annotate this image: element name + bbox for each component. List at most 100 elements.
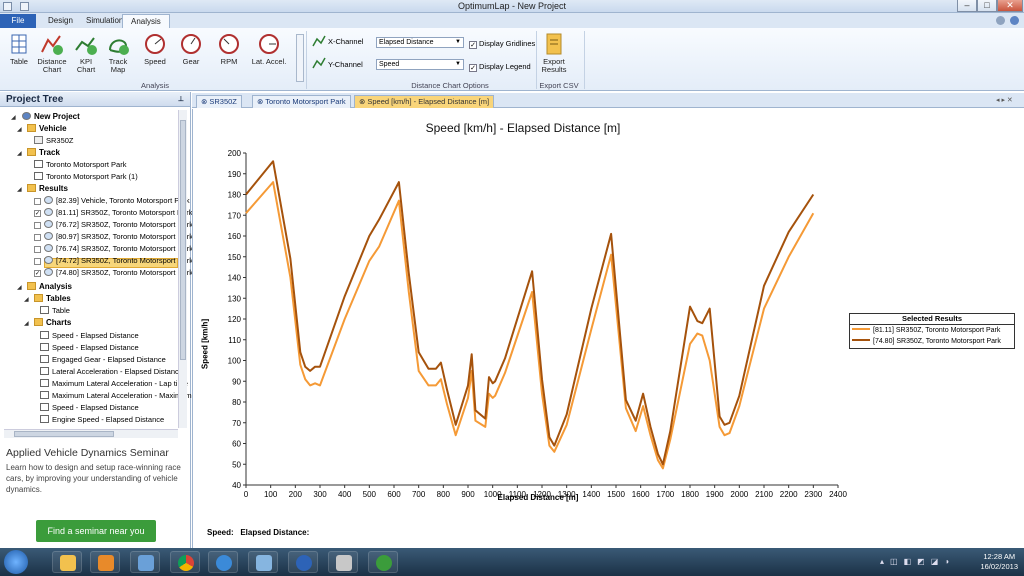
- gear-chart-button[interactable]: Gear: [176, 32, 206, 66]
- tree-root[interactable]: New Project: [22, 112, 80, 122]
- lat-accel-label: Lat. Accel.: [251, 57, 287, 66]
- start-button[interactable]: [4, 550, 28, 574]
- tree-results-folder[interactable]: Results: [27, 184, 68, 194]
- tree-charts-folder[interactable]: Charts: [34, 318, 71, 328]
- tree-result-item-selected[interactable]: [74.72] SR350Z, Toronto Motorsport Park: [44, 256, 193, 266]
- window-title: OptimumLap - New Project: [457, 1, 567, 11]
- speed-chart-button[interactable]: Speed: [140, 32, 170, 66]
- x-channel-select[interactable]: Elapsed Distance ▼: [376, 37, 464, 48]
- scrollbar-thumb[interactable]: [14, 431, 114, 437]
- clock[interactable]: 12:28 AM 16/02/2013: [980, 552, 1018, 572]
- globe-taskbar-icon[interactable]: [368, 551, 398, 573]
- app-taskbar-icon[interactable]: [130, 551, 160, 573]
- rpm-gauge-icon: [217, 32, 241, 56]
- tree-chart-item[interactable]: Lateral Acceleration - Elapsed Distance: [40, 367, 183, 377]
- tree-chart-item[interactable]: Maximum Lateral Acceleration - Lap time: [40, 379, 188, 389]
- tree-chart-item[interactable]: Engaged Gear - Elapsed Distance: [40, 355, 166, 365]
- scrollbar-thumb[interactable]: [180, 120, 186, 360]
- optimumlap-taskbar-icon[interactable]: [288, 551, 318, 573]
- tree-analysis-folder[interactable]: Analysis: [27, 282, 72, 292]
- y-channel-select[interactable]: Speed ▼: [376, 59, 464, 70]
- distance-chart-button[interactable]: Distance Chart: [36, 32, 68, 74]
- speed-distance-plot[interactable]: 0 100 200 300 400 500 600 700 800 900 1000 1100 1200…: [193, 109, 1024, 509]
- tree-chart-label: Engaged Gear - Elapsed Distance: [52, 355, 166, 364]
- tree-track-item[interactable]: Toronto Motorsport Park (1): [34, 172, 138, 182]
- result-checkbox[interactable]: [34, 258, 41, 265]
- app-taskbar-icon[interactable]: [328, 551, 358, 573]
- result-checkbox[interactable]: [34, 246, 41, 253]
- vertical-scrollbar[interactable]: [178, 110, 187, 428]
- tree-chart-item[interactable]: Maximum Lateral Acceleration - Maximum: [40, 391, 192, 401]
- taskbar: ▴◫◧◩◪◑ 12:28 AM 16/02/2013: [0, 548, 1024, 576]
- tree-chart-item[interactable]: Engine Speed - Elapsed Distance: [40, 415, 164, 425]
- display-legend-checkbox[interactable]: ✓ Display Legend: [469, 62, 531, 72]
- tree-chart-item[interactable]: Speed - Elapsed Distance: [40, 331, 139, 341]
- minimize-button[interactable]: –: [957, 0, 977, 12]
- tree-result-item[interactable]: [74.80] SR350Z, Toronto Motorsport Park: [44, 268, 193, 278]
- collapse-icon[interactable]: ◢: [11, 114, 16, 121]
- doc-tab-vehicle[interactable]: ⊗ SR350Z: [196, 95, 242, 108]
- doc-tab-chart[interactable]: ⊗ Speed [km/h] - Elapsed Distance [m]: [354, 95, 495, 108]
- chart-panel: Speed [km/h] - Elapsed Distance [m] Spee…: [192, 109, 1024, 548]
- result-checkbox[interactable]: [34, 222, 41, 229]
- tree-result-item[interactable]: [81.11] SR350Z, Toronto Motorsport Park: [44, 208, 192, 218]
- app-taskbar-icon[interactable]: [248, 551, 278, 573]
- chrome-taskbar-icon[interactable]: [170, 551, 200, 573]
- pin-icon[interactable]: ⊥: [178, 92, 184, 107]
- export-results-button[interactable]: Export Results: [538, 32, 570, 74]
- table-button[interactable]: Table: [4, 32, 34, 66]
- display-gridlines-checkbox[interactable]: ✓ Display Gridlines: [469, 39, 535, 49]
- tree-chart-item[interactable]: Speed - Elapsed Distance: [40, 403, 139, 413]
- result-checkbox[interactable]: ✓: [34, 270, 41, 277]
- kpi-chart-button[interactable]: KPI Chart: [70, 32, 102, 74]
- result-checkbox[interactable]: ✓: [34, 210, 41, 217]
- ie-taskbar-icon[interactable]: [208, 551, 238, 573]
- tree-track-label: Toronto Motorsport Park: [46, 160, 127, 169]
- close-button[interactable]: ✕: [997, 0, 1023, 12]
- legend-entry: [74.80] SR350Z, Toronto Motorsport Park: [850, 336, 1014, 347]
- tree-table-item[interactable]: Table: [40, 306, 70, 316]
- collapse-icon[interactable]: ◢: [17, 284, 22, 291]
- tree-result-item[interactable]: [82.39] Vehicle, Toronto Motorsport Park: [44, 196, 190, 206]
- collapse-icon[interactable]: ◢: [17, 126, 22, 133]
- result-checkbox[interactable]: [34, 198, 41, 205]
- gallery-scroll[interactable]: [296, 34, 304, 82]
- chart-icon: [40, 415, 49, 423]
- tree-chart-item[interactable]: Speed - Elapsed Distance: [40, 343, 139, 353]
- system-tray-icons[interactable]: ▴◫◧◩◪◑: [880, 557, 955, 566]
- track-map-button[interactable]: Track Map: [104, 32, 132, 74]
- close-icon[interactable]: ⊗: [257, 97, 265, 106]
- cursor-readout: Speed: Elapsed Distance:: [207, 528, 309, 537]
- collapse-icon[interactable]: ◢: [17, 150, 22, 157]
- tab-nav-icon[interactable]: ◂ ▸ ✕: [996, 96, 1013, 104]
- tree-vehicle-item[interactable]: SR350Z: [34, 136, 74, 146]
- maximize-button[interactable]: □: [977, 0, 997, 12]
- options-icon[interactable]: [996, 16, 1005, 25]
- collapse-icon[interactable]: ◢: [24, 296, 29, 303]
- tree-result-item[interactable]: [76.72] SR350Z, Toronto Motorsport Park: [44, 220, 193, 230]
- chevron-down-icon: ▼: [455, 61, 461, 67]
- tree-tables-folder[interactable]: Tables: [34, 294, 71, 304]
- collapse-icon[interactable]: ◢: [17, 186, 22, 193]
- title-bar: OptimumLap - New Project – □ ✕: [0, 0, 1024, 13]
- tree-chart-label: Maximum Lateral Acceleration - Maximum: [52, 391, 192, 400]
- tree-track-folder[interactable]: Track: [27, 148, 60, 158]
- collapse-icon[interactable]: ◢: [24, 320, 29, 327]
- tab-design[interactable]: Design: [40, 14, 81, 28]
- result-checkbox[interactable]: [34, 234, 41, 241]
- tree-result-item[interactable]: [80.97] SR350Z, Toronto Motorsport Park: [44, 232, 193, 242]
- rpm-chart-button[interactable]: RPM: [214, 32, 244, 66]
- tab-file[interactable]: File: [0, 14, 36, 28]
- lat-accel-chart-button[interactable]: Lat. Accel.: [250, 32, 288, 66]
- help-icon[interactable]: [1010, 16, 1019, 25]
- horizontal-scrollbar[interactable]: [4, 429, 178, 438]
- doc-tab-track[interactable]: ⊗ Toronto Motorsport Park: [252, 95, 351, 108]
- explorer-taskbar-icon[interactable]: [52, 551, 82, 573]
- tree-vehicle-folder[interactable]: Vehicle: [27, 124, 67, 134]
- tree-result-item[interactable]: [76.74] SR350Z, Toronto Motorsport Park: [44, 244, 193, 254]
- tree-track-item[interactable]: Toronto Motorsport Park: [34, 160, 126, 170]
- tab-analysis[interactable]: Analysis: [122, 14, 170, 28]
- options-group-label: Distance Chart Options: [411, 81, 489, 90]
- media-player-taskbar-icon[interactable]: [90, 551, 120, 573]
- find-seminar-button[interactable]: Find a seminar near you: [36, 520, 156, 542]
